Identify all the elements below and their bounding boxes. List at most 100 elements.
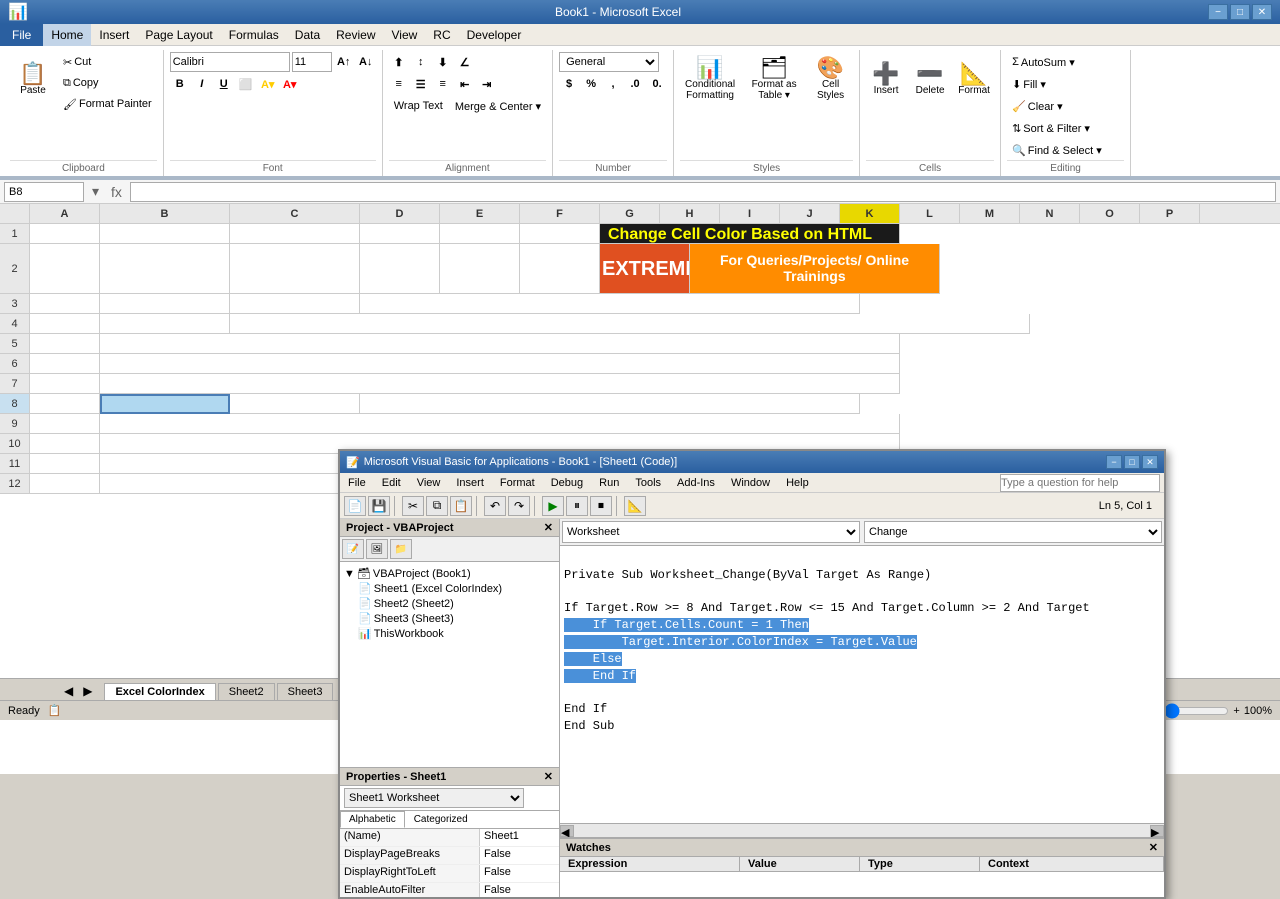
cell-F1[interactable] — [520, 224, 600, 244]
text-angle-button[interactable]: ∠ — [455, 52, 475, 72]
vba-project-close-icon[interactable]: ✕ — [544, 521, 553, 534]
fill-color-button[interactable]: A▾ — [258, 74, 278, 94]
align-top-button[interactable]: ⬆ — [389, 52, 409, 72]
decrease-indent-button[interactable]: ⇤ — [455, 74, 475, 94]
increase-indent-button[interactable]: ⇥ — [477, 74, 497, 94]
italic-button[interactable]: I — [192, 74, 212, 94]
increase-font-button[interactable]: A↑ — [334, 52, 354, 72]
font-family-input[interactable] — [170, 52, 290, 72]
copy-button[interactable]: ⧉ Copy — [58, 73, 157, 93]
vba-prop-enable-autofilter[interactable]: EnableAutoFilter False — [340, 883, 559, 897]
vba-save-button[interactable]: 💾 — [368, 496, 390, 516]
banner-extreme-cell[interactable]: EXTREME — [600, 244, 690, 294]
vba-minimize-button[interactable]: − — [1106, 455, 1122, 469]
number-format-select[interactable]: General — [559, 52, 659, 72]
vba-maximize-button[interactable]: □ — [1124, 455, 1140, 469]
vba-menu-window[interactable]: Window — [723, 475, 778, 491]
underline-button[interactable]: U — [214, 74, 234, 94]
col-header-P[interactable]: P — [1140, 204, 1200, 223]
code-hscrollbar[interactable]: ◀ ▶ — [560, 823, 1164, 837]
comma-button[interactable]: , — [603, 74, 623, 94]
col-header-C[interactable]: C — [230, 204, 360, 223]
menu-rc[interactable]: RC — [425, 24, 458, 46]
menu-file[interactable]: File — [0, 24, 43, 46]
find-select-button[interactable]: 🔍 Find & Select ▾ — [1007, 140, 1107, 160]
bold-button[interactable]: B — [170, 74, 190, 94]
sheet-tab-sheet3[interactable]: Sheet3 — [277, 683, 334, 700]
menu-view[interactable]: View — [384, 24, 426, 46]
formula-input[interactable] — [130, 182, 1276, 202]
vba-procedure-selector[interactable]: Change — [864, 521, 1162, 543]
vba-help-search[interactable] — [1000, 474, 1160, 492]
sort-filter-button[interactable]: ⇅ Sort & Filter ▾ — [1007, 118, 1095, 138]
vba-menu-help[interactable]: Help — [778, 475, 817, 491]
close-button[interactable]: ✕ — [1252, 4, 1272, 20]
scroll-right-button[interactable]: ▶ — [1150, 825, 1164, 837]
paste-button[interactable]: 📋 Paste — [10, 52, 56, 106]
cell-A1[interactable] — [30, 224, 100, 244]
vba-prop-display-page-breaks[interactable]: DisplayPageBreaks False — [340, 847, 559, 865]
vba-props-tab-categorized[interactable]: Categorized — [405, 811, 477, 828]
vba-break-button[interactable]: ⏸ — [566, 496, 588, 516]
col-header-F[interactable]: F — [520, 204, 600, 223]
insert-button[interactable]: ➕ Insert — [866, 52, 906, 106]
vba-menu-debug[interactable]: Debug — [543, 475, 591, 491]
format-as-table-button[interactable]: 🗂 Format as Table ▾ — [744, 52, 804, 106]
cut-button[interactable]: ✂ Cut — [58, 52, 157, 72]
sheet-tab-excel-colorindex[interactable]: Excel ColorIndex — [104, 683, 215, 700]
vba-menu-run[interactable]: Run — [591, 475, 627, 491]
vba-tree-sheet2[interactable]: 📄 Sheet2 (Sheet2) — [344, 596, 555, 611]
col-header-A[interactable]: A — [30, 204, 100, 223]
vba-tree-root[interactable]: ▼ 🗃 VBAProject (Book1) — [344, 566, 555, 581]
autosum-button[interactable]: Σ AutoSum ▾ — [1007, 52, 1080, 72]
cell-styles-button[interactable]: 🎨 Cell Styles — [808, 52, 853, 106]
vba-reset-button[interactable]: ⏹ — [590, 496, 612, 516]
col-header-J[interactable]: J — [780, 204, 840, 223]
decrease-decimal-button[interactable]: .0 — [625, 74, 645, 94]
percent-button[interactable]: % — [581, 74, 601, 94]
vba-menu-file[interactable]: File — [340, 475, 374, 491]
decrease-font-button[interactable]: A↓ — [356, 52, 376, 72]
vba-menu-insert[interactable]: Insert — [448, 475, 492, 491]
clear-button[interactable]: 🧹 Clear ▾ — [1007, 96, 1068, 116]
col-header-G[interactable]: G — [600, 204, 660, 223]
vba-view-form-button[interactable]: 🖼 — [366, 539, 388, 559]
watches-close-icon[interactable]: ✕ — [1149, 841, 1158, 854]
vba-run-button[interactable]: ▶ — [542, 496, 564, 516]
scroll-tabs-left-button[interactable]: ◀ — [60, 682, 77, 700]
vba-menu-tools[interactable]: Tools — [627, 475, 669, 491]
vba-props-object-select[interactable]: Sheet1 Worksheet — [344, 788, 524, 808]
vba-toggle-folders-button[interactable]: 📁 — [390, 539, 412, 559]
menu-review[interactable]: Review — [328, 24, 383, 46]
align-middle-button[interactable]: ↕ — [411, 52, 431, 72]
selected-cell-B8[interactable] — [100, 394, 230, 414]
banner-text-cell[interactable]: Change Cell Color Based on HTML Index Va… — [600, 224, 900, 244]
vba-prop-display-rtl[interactable]: DisplayRightToLeft False — [340, 865, 559, 883]
cell-B1[interactable] — [100, 224, 230, 244]
name-box[interactable] — [4, 182, 84, 202]
banner-right-cell[interactable]: For Queries/Projects/ Online Trainings — [690, 244, 940, 294]
cell-E1[interactable] — [440, 224, 520, 244]
minimize-button[interactable]: − — [1208, 4, 1228, 20]
cell-C1[interactable] — [230, 224, 360, 244]
cell-D1[interactable] — [360, 224, 440, 244]
vba-code-editor[interactable]: Private Sub Worksheet_Change(ByVal Targe… — [560, 546, 1164, 823]
col-header-K[interactable]: K — [840, 204, 900, 223]
col-header-B[interactable]: B — [100, 204, 230, 223]
format-painter-button[interactable]: 🖌 Format Painter — [58, 94, 157, 114]
align-left-button[interactable]: ≡ — [389, 74, 409, 94]
vba-design-mode-button[interactable]: 📐 — [624, 496, 646, 516]
align-bottom-button[interactable]: ⬇ — [433, 52, 453, 72]
vba-menu-addins[interactable]: Add-Ins — [669, 475, 723, 491]
vba-menu-edit[interactable]: Edit — [374, 475, 409, 491]
menu-developer[interactable]: Developer — [459, 24, 530, 46]
increase-decimal-button[interactable]: 0. — [647, 74, 667, 94]
sheet-tab-sheet2[interactable]: Sheet2 — [218, 683, 275, 700]
cell-E2[interactable] — [440, 244, 520, 294]
vba-menu-view[interactable]: View — [409, 475, 449, 491]
col-header-L[interactable]: L — [900, 204, 960, 223]
scroll-tabs-right-button[interactable]: ▶ — [79, 682, 96, 700]
menu-insert[interactable]: Insert — [91, 24, 137, 46]
format-button[interactable]: 📐 Format — [954, 52, 994, 106]
vba-cut-button[interactable]: ✂ — [402, 496, 424, 516]
